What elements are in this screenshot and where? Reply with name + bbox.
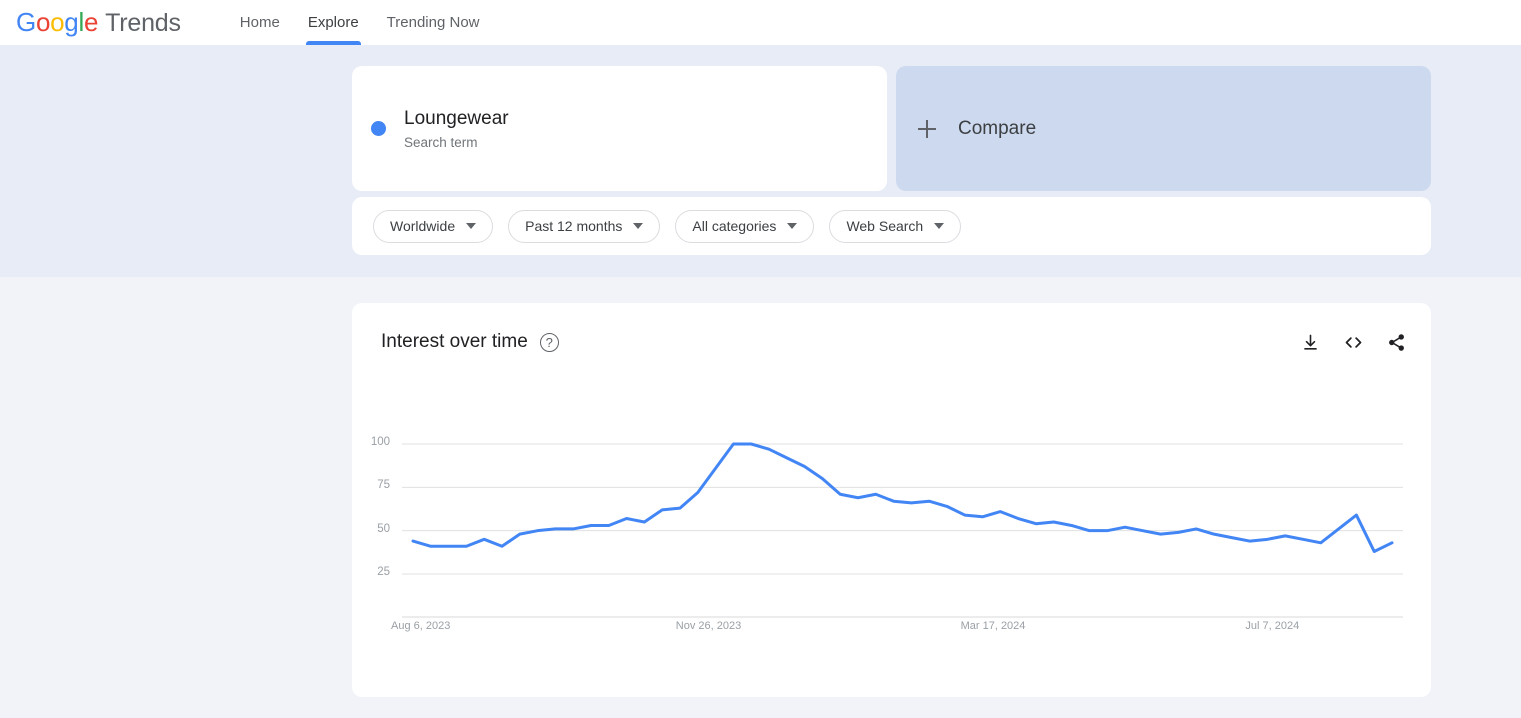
logo-letter-o2: o xyxy=(50,7,65,37)
y-axis-tick-label: 25 xyxy=(377,566,390,578)
compare-label: Compare xyxy=(958,117,1037,139)
main-nav: Home Explore Trending Now xyxy=(226,0,494,45)
chevron-down-icon xyxy=(466,223,477,229)
filter-time-range-label: Past 12 months xyxy=(525,218,623,234)
filter-time-range[interactable]: Past 12 months xyxy=(508,209,661,243)
google-trends-page: Google Trends Home Explore Trending Now … xyxy=(0,0,1521,718)
filter-search-type[interactable]: Web Search xyxy=(829,209,962,243)
chart-plot-area: 100 75 50 25 Aug 6, 2023 Nov 26, 2023 Mar 17,… xyxy=(352,303,1431,697)
filter-location[interactable]: Worldwide xyxy=(373,209,494,243)
logo-letter-g1: G xyxy=(16,7,36,37)
x-axis-tick-label: Mar 17, 2024 xyxy=(960,620,1026,632)
interest-over-time-card: Interest over time ? 100 75 50 25 Aug 6,… xyxy=(352,303,1431,697)
chevron-down-icon xyxy=(633,223,644,229)
search-term-texts: Loungewear Search term xyxy=(404,107,509,150)
x-axis-tick-label: Nov 26, 2023 xyxy=(675,620,742,632)
filter-category-label: All categories xyxy=(692,218,777,234)
filter-location-label: Worldwide xyxy=(390,218,456,234)
nav-item-explore[interactable]: Explore xyxy=(294,0,373,45)
filters-bar: Worldwide Past 12 months All categories … xyxy=(352,197,1431,255)
nav-item-home[interactable]: Home xyxy=(226,0,294,45)
y-axis-tick-label: 75 xyxy=(377,479,390,492)
chevron-down-icon xyxy=(934,223,945,229)
interest-over-time-chart[interactable] xyxy=(352,303,1431,697)
filter-category[interactable]: All categories xyxy=(675,209,815,243)
x-axis-tick-label: Jul 7, 2024 xyxy=(1245,620,1300,632)
y-axis-tick-label: 100 xyxy=(370,436,390,448)
y-axis-tick-label: 50 xyxy=(377,522,390,535)
search-term-subtitle: Search term xyxy=(404,135,478,150)
trend-line xyxy=(411,442,1394,553)
plus-icon xyxy=(918,119,936,138)
chevron-down-icon xyxy=(787,223,798,229)
google-trends-logo[interactable]: Google Trends xyxy=(16,7,181,38)
search-term-title: Loungewear xyxy=(404,108,509,129)
filter-search-type-label: Web Search xyxy=(846,218,924,234)
logo-letter-g2: g xyxy=(64,7,79,37)
query-row: Loungewear Search term Compare xyxy=(352,66,1431,191)
logo-trends-word: Trends xyxy=(105,9,181,37)
compare-button[interactable]: Compare xyxy=(896,66,1431,191)
series-color-dot xyxy=(371,121,386,136)
logo-letter-e: e xyxy=(83,7,99,37)
search-term-card[interactable]: Loungewear Search term xyxy=(352,66,887,191)
x-axis-tick-label: Aug 6, 2023 xyxy=(391,620,451,632)
logo-letter-o1: o xyxy=(35,7,51,37)
app-header: Google Trends Home Explore Trending Now xyxy=(0,0,1521,45)
nav-item-trending-now[interactable]: Trending Now xyxy=(373,0,494,45)
